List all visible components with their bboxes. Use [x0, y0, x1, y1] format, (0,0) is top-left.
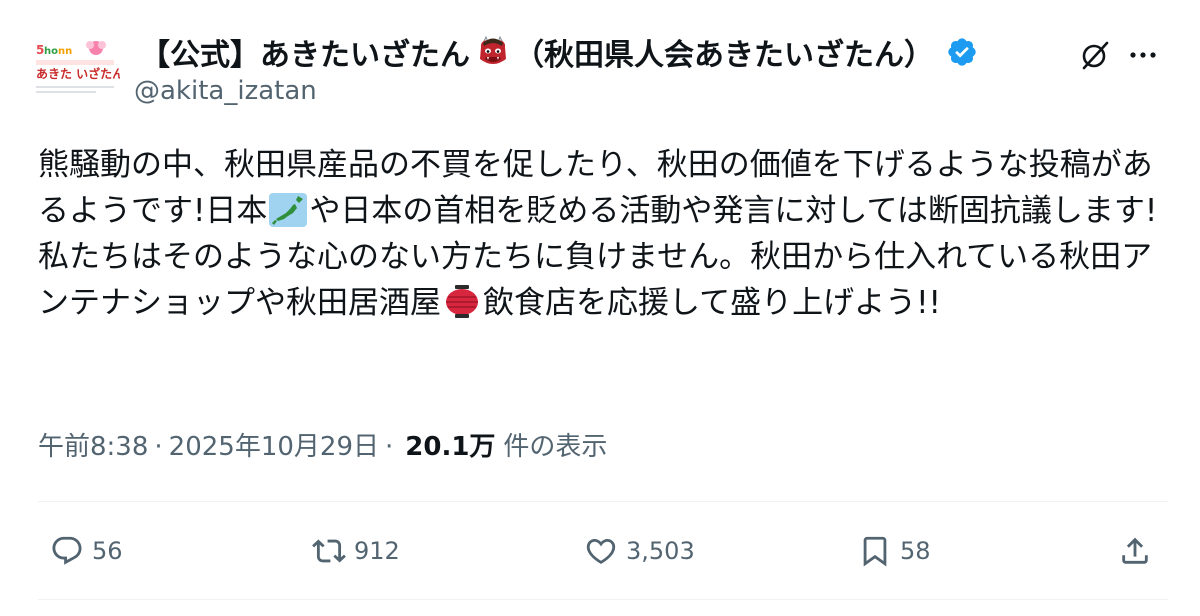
more-icon[interactable] — [1126, 38, 1160, 72]
action-bar: 56 912 3,503 58 — [38, 520, 1168, 582]
retweet-count: 912 — [354, 537, 400, 565]
bookmark-icon — [863, 536, 887, 567]
red-lantern-emoji-icon — [446, 285, 478, 318]
tweet-text: 熊騒動の中、秋田県産品の不買を促したり、秋田の価値を下げるような投稿があるようで… — [38, 142, 1168, 326]
avatar-text: あきた いざたん — [36, 66, 120, 81]
verified-badge-icon — [948, 38, 976, 66]
author-name-row[interactable]: 【公式】あきたいざたん （秋田県人会あきたいざたん） — [140, 28, 978, 76]
share-icon — [1122, 537, 1148, 564]
bookmark-button[interactable]: 58 — [858, 520, 931, 582]
grok-icon[interactable] — [1078, 38, 1112, 72]
tweet-date[interactable]: 2025年10月29日 — [169, 426, 379, 463]
author-handle[interactable]: @akita_izatan — [134, 76, 317, 106]
avatar[interactable]: 5 ho nn あきた いざたん — [30, 34, 120, 96]
author-display-name[interactable]: 【公式】あきたいざたん — [140, 30, 470, 74]
tweet-time[interactable]: 午前8:38 — [38, 426, 148, 463]
reply-button[interactable]: 56 — [50, 520, 123, 582]
retweet-button[interactable]: 912 — [312, 520, 400, 582]
like-count: 3,503 — [626, 537, 695, 565]
japan-map-emoji-icon — [269, 193, 308, 227]
svg-text:ho: ho — [44, 46, 58, 57]
tweet-text-part3: 飲食店を応援して盛り上げよう!! — [483, 285, 941, 321]
bookmark-count: 58 — [900, 537, 931, 565]
tweet-meta: 午前8:38 · 2025年10月29日 · 20.1万 件の表示 — [38, 426, 607, 463]
avatar-image: 5 ho nn あきた いざたん — [36, 41, 120, 93]
meta-separator: · — [154, 432, 163, 462]
ogre-emoji-icon — [480, 35, 506, 64]
divider — [38, 501, 1168, 502]
divider-bottom — [38, 599, 1168, 600]
svg-text:nn: nn — [58, 46, 72, 57]
share-button[interactable] — [1118, 520, 1160, 582]
retweet-icon — [312, 539, 346, 563]
heart-icon — [586, 538, 616, 564]
like-button[interactable]: 3,503 — [584, 520, 695, 582]
meta-separator-2: · — [385, 432, 394, 462]
views-label: 件の表示 — [503, 432, 608, 462]
views-count[interactable]: 20.1万 — [405, 426, 495, 463]
reply-count: 56 — [92, 537, 123, 565]
author-display-name-suffix[interactable]: （秋田県人会あきたいざたん） — [514, 30, 934, 74]
reply-icon — [52, 536, 82, 565]
